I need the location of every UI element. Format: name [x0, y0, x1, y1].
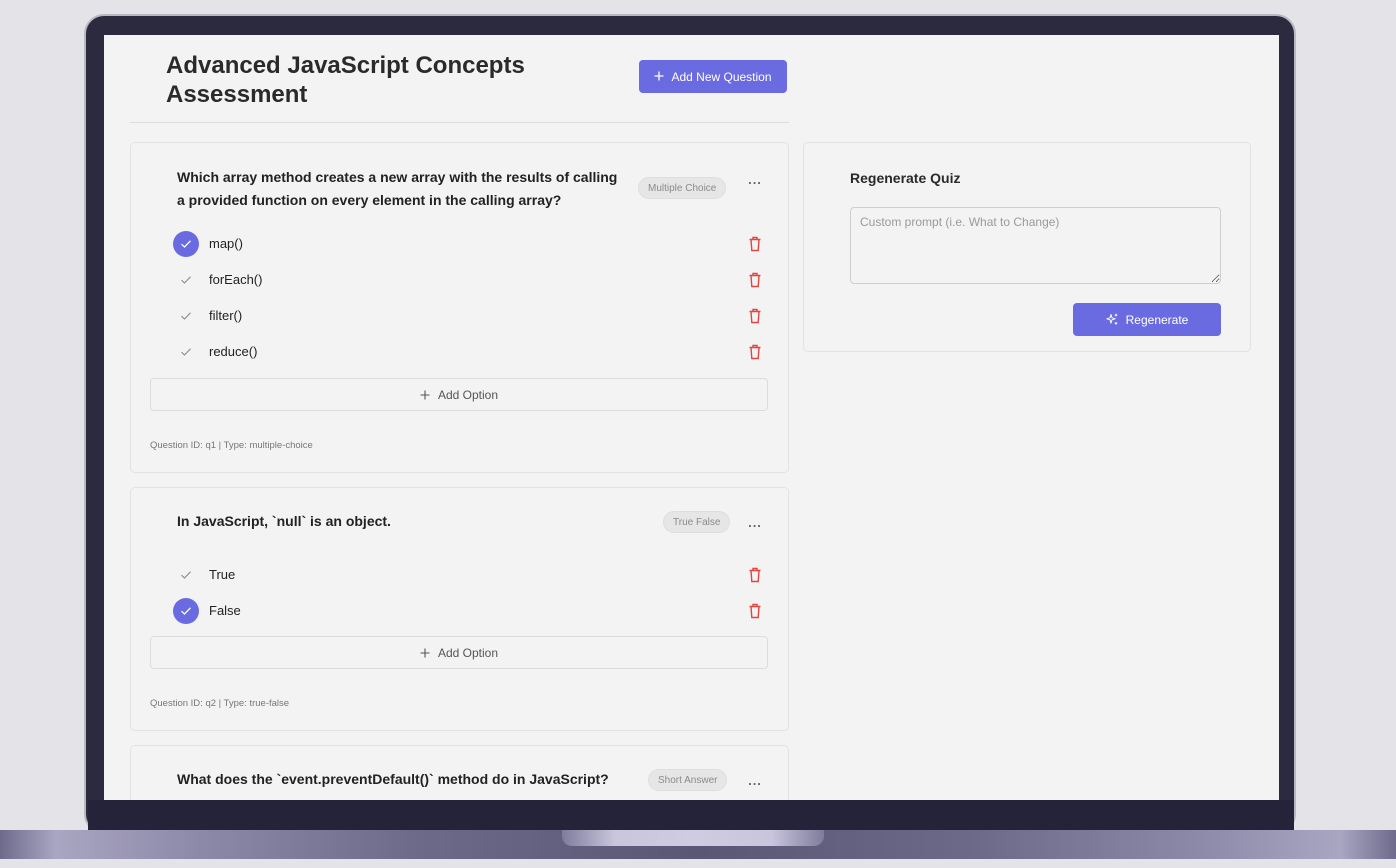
- trash-icon[interactable]: [748, 567, 762, 583]
- answer-option: filter(): [173, 302, 773, 330]
- option-label[interactable]: False: [209, 603, 241, 618]
- check-icon: [181, 348, 191, 356]
- regenerate-title: Regenerate Quiz: [850, 170, 961, 186]
- plus-icon: [420, 648, 430, 657]
- add-option-button[interactable]: Add Option: [150, 378, 768, 411]
- question-meta: Question ID: q1 | Type: multiple-choice: [150, 440, 313, 451]
- plus-icon: [654, 70, 664, 84]
- question-card: What does the `event.preventDefault()` m…: [130, 745, 789, 800]
- add-question-label: Add New Question: [671, 69, 772, 84]
- answer-option: map(): [173, 230, 773, 258]
- answer-option: reduce(): [173, 338, 773, 366]
- question-card: In JavaScript, `null` is an object. True…: [130, 487, 789, 731]
- check-icon: [181, 571, 191, 579]
- question-text: Which array method creates a new array w…: [177, 169, 618, 208]
- check-icon: [181, 607, 191, 615]
- laptop-chin: [88, 800, 1294, 832]
- question-type-badge: True False: [663, 511, 731, 533]
- check-icon: [181, 276, 191, 284]
- custom-prompt-input[interactable]: [850, 207, 1221, 284]
- answer-option: True: [173, 561, 773, 589]
- answer-option: False: [173, 597, 773, 625]
- plus-icon: [420, 390, 430, 399]
- add-question-button[interactable]: Add New Question: [639, 60, 787, 93]
- question-meta: Question ID: q2 | Type: true-false: [150, 698, 290, 709]
- correct-answer-toggle[interactable]: [179, 273, 193, 287]
- correct-answer-toggle[interactable]: [179, 309, 193, 323]
- question-card: Which array method creates a new array w…: [130, 142, 789, 473]
- trash-icon[interactable]: [748, 272, 762, 288]
- trash-icon[interactable]: [748, 603, 762, 619]
- trash-icon[interactable]: [748, 308, 762, 324]
- laptop-base-notch: [562, 830, 824, 846]
- add-option-label: Add Option: [437, 645, 499, 660]
- question-type-badge: Multiple Choice: [638, 177, 727, 199]
- trash-icon[interactable]: [748, 344, 762, 360]
- more-options-button[interactable]: ...: [746, 773, 764, 788]
- regenerate-panel: Regenerate Quiz Regenerate: [803, 142, 1251, 352]
- option-label[interactable]: reduce(): [209, 344, 257, 359]
- option-label[interactable]: map(): [209, 236, 243, 251]
- add-option-button[interactable]: Add Option: [150, 636, 768, 669]
- trash-icon[interactable]: [748, 236, 762, 252]
- question-text: In JavaScript, `null` is an object.: [177, 513, 391, 529]
- sparkles-icon: [1105, 313, 1117, 325]
- regenerate-label: Regenerate: [1125, 312, 1189, 327]
- option-label[interactable]: filter(): [209, 308, 242, 323]
- app-screen: Advanced JavaScript Concepts Assessment …: [104, 35, 1279, 800]
- option-label[interactable]: forEach(): [209, 272, 262, 287]
- correct-answer-toggle[interactable]: [179, 345, 193, 359]
- regenerate-button[interactable]: Regenerate: [1073, 303, 1221, 336]
- question-type-badge: Short Answer: [648, 769, 728, 791]
- option-label[interactable]: True: [209, 567, 235, 582]
- answer-option: forEach(): [173, 266, 773, 294]
- more-options-button[interactable]: ...: [746, 172, 764, 187]
- question-text: What does the `event.preventDefault()` m…: [177, 771, 609, 787]
- check-icon: [181, 312, 191, 320]
- add-option-label: Add Option: [437, 387, 499, 402]
- page-title: Advanced JavaScript Concepts Assessment: [166, 52, 525, 108]
- correct-answer-toggle[interactable]: [173, 231, 199, 257]
- more-options-button[interactable]: ...: [746, 515, 764, 530]
- correct-answer-toggle[interactable]: [179, 568, 193, 582]
- header-divider: [130, 122, 789, 123]
- laptop-base-shadow: [0, 859, 1396, 868]
- correct-answer-toggle[interactable]: [173, 598, 199, 624]
- check-icon: [181, 240, 191, 248]
